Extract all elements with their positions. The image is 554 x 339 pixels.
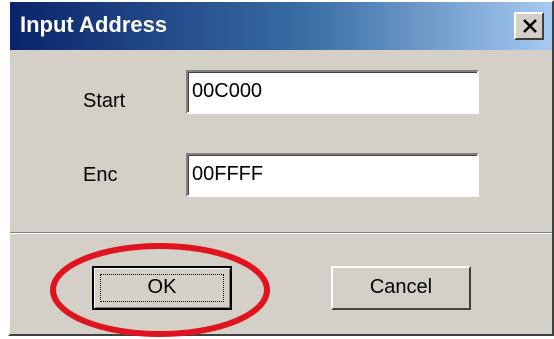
input-address-dialog: Input Address Start 00C000 Enc 00FFFF OK… <box>8 0 554 336</box>
title-bar: Input Address <box>10 2 552 50</box>
ok-button[interactable]: OK <box>92 266 232 310</box>
start-label: Start <box>83 90 126 112</box>
window-title: Input Address <box>20 12 168 37</box>
cancel-button[interactable]: Cancel <box>331 266 471 310</box>
ok-button-label: OK <box>147 276 177 298</box>
end-label: Enc <box>83 164 118 186</box>
cancel-button-label: Cancel <box>369 276 433 298</box>
close-icon <box>523 19 537 33</box>
separator <box>10 232 552 234</box>
start-address-input[interactable]: 00C000 <box>186 70 479 114</box>
end-address-input[interactable]: 00FFFF <box>186 153 479 197</box>
close-button[interactable] <box>514 12 544 40</box>
